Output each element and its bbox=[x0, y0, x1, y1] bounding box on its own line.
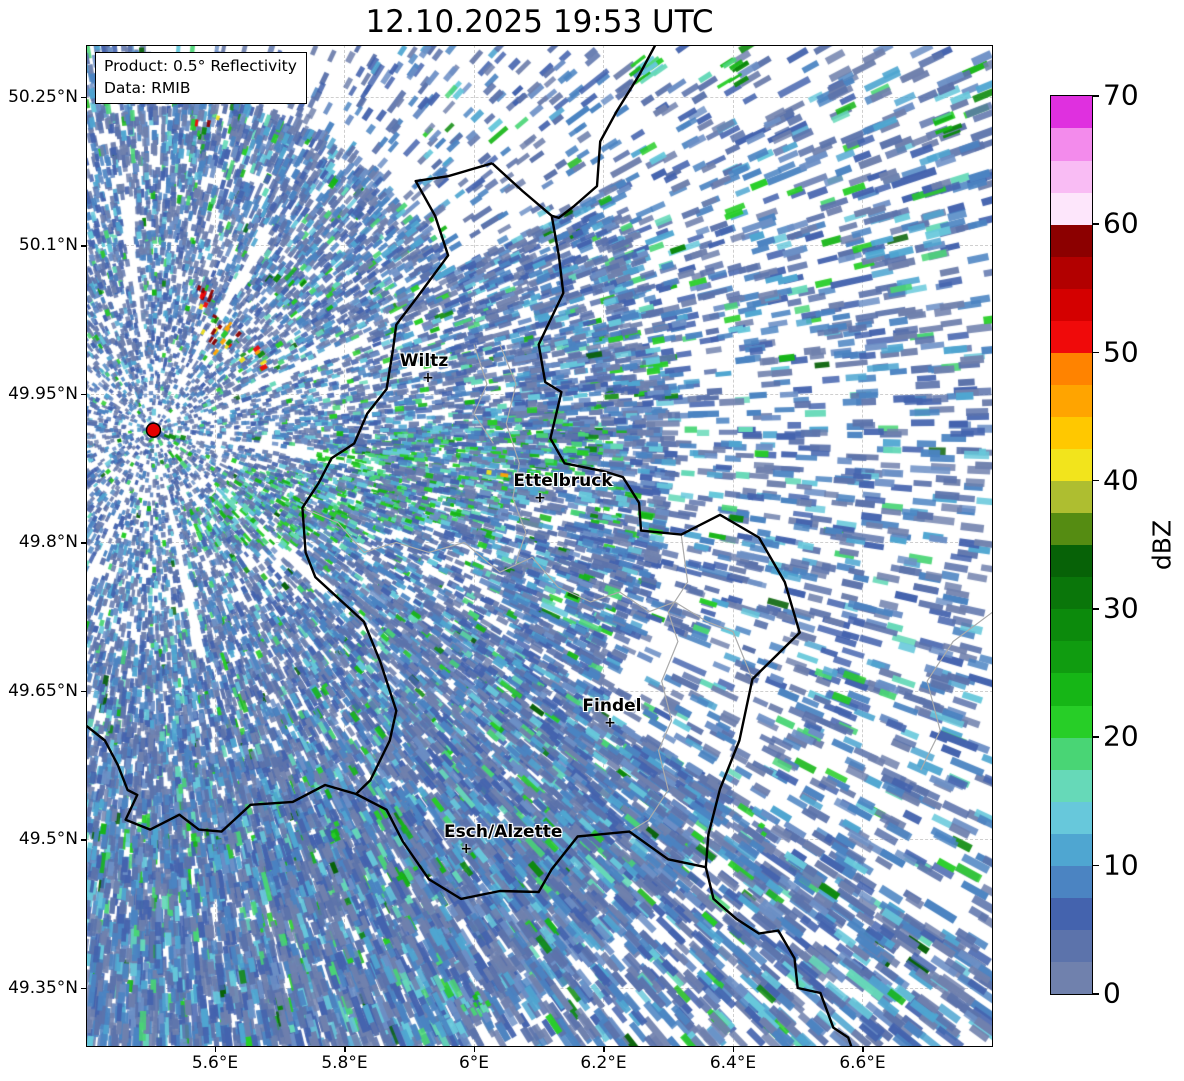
colorbar-segment bbox=[1051, 800, 1092, 834]
colorbar-segment bbox=[1051, 704, 1092, 738]
x-axis-tick-label: 5.6°E bbox=[191, 1053, 239, 1073]
x-axis-tick-label: 6°E bbox=[458, 1053, 489, 1073]
colorbar-segment bbox=[1051, 416, 1092, 450]
x-axis-tick bbox=[473, 1047, 476, 1052]
city-label: Wiltz bbox=[399, 351, 449, 372]
product-info-box: Product: 0.5° Reflectivity Data: RMIB bbox=[95, 52, 307, 105]
colorbar-tick bbox=[1093, 351, 1099, 354]
city-label-layer: + Wiltz + Ettelbruck + Findel + Esch/Alzette bbox=[86, 45, 993, 1047]
colorbar-tick-label: 0 bbox=[1103, 976, 1121, 1010]
map-plot-area: + Wiltz + Ettelbruck + Findel + Esch/Alzette Pr… bbox=[86, 45, 993, 1047]
x-axis-tick-label: 6.4°E bbox=[709, 1053, 757, 1073]
colorbar-segment bbox=[1051, 95, 1092, 129]
colorbar-tick bbox=[1093, 736, 1099, 739]
colorbar-segment bbox=[1051, 448, 1092, 482]
y-axis-tick-label: 49.95°N bbox=[8, 383, 78, 404]
colorbar-segment bbox=[1051, 736, 1092, 770]
colorbar-segment bbox=[1051, 544, 1092, 578]
colorbar-segment bbox=[1051, 480, 1092, 514]
x-axis-tick bbox=[862, 1047, 864, 1052]
y-axis-tick-label: 49.65°N bbox=[8, 680, 78, 701]
colorbar-segment bbox=[1051, 640, 1092, 674]
y-axis-tick-label: 50.25°N bbox=[8, 86, 78, 107]
colorbar-tick-label: 60 bbox=[1103, 206, 1139, 240]
city-marker-plus: + bbox=[422, 370, 434, 387]
radar-figure: 12.10.2025 19:53 UTC + Wiltz + Ettelbruck + F… bbox=[0, 0, 1184, 1081]
y-axis-tick-label: 49.5°N bbox=[18, 829, 78, 850]
colorbar-segment bbox=[1051, 865, 1092, 898]
colorbar-tick-label: 70 bbox=[1103, 78, 1139, 112]
colorbar-segment bbox=[1051, 352, 1092, 385]
colorbar-tick bbox=[1093, 95, 1099, 97]
colorbar-segment bbox=[1051, 608, 1092, 642]
city-label: Esch/Alzette bbox=[444, 822, 563, 843]
colorbar-segment bbox=[1051, 897, 1092, 930]
city-marker-plus: + bbox=[460, 841, 473, 858]
colorbar-segment bbox=[1051, 512, 1092, 546]
colorbar-unit-label: dBZ bbox=[1147, 519, 1177, 571]
city-label: Ettelbruck bbox=[513, 470, 613, 491]
colorbar-segment bbox=[1051, 223, 1092, 257]
y-axis-tick-label: 49.8°N bbox=[18, 532, 78, 553]
data-source-line: Data: RMIB bbox=[104, 78, 191, 97]
city-marker-plus: + bbox=[534, 489, 546, 506]
colorbar-tick bbox=[1093, 864, 1099, 867]
x-axis-tick-label: 6.2°E bbox=[580, 1053, 627, 1073]
colorbar bbox=[1050, 95, 1093, 995]
colorbar-segment bbox=[1051, 127, 1092, 161]
colorbar-tick-label: 10 bbox=[1103, 848, 1139, 882]
colorbar-tick-label: 20 bbox=[1103, 719, 1139, 753]
colorbar-segment bbox=[1051, 288, 1092, 321]
colorbar-tick bbox=[1093, 993, 1099, 995]
x-axis-tick bbox=[214, 1047, 217, 1052]
colorbar-segment bbox=[1051, 191, 1092, 225]
colorbar-segment bbox=[1051, 256, 1092, 289]
colorbar-segment bbox=[1051, 320, 1092, 353]
colorbar-segment bbox=[1051, 929, 1092, 962]
x-axis-tick-label: 5.8°E bbox=[321, 1053, 368, 1073]
product-line: Product: 0.5° Reflectivity bbox=[104, 57, 297, 75]
colorbar-tick-label: 40 bbox=[1103, 463, 1139, 497]
y-axis-tick-label: 50.1°N bbox=[18, 235, 78, 256]
colorbar-tick bbox=[1093, 608, 1099, 610]
x-axis-tick bbox=[603, 1047, 605, 1052]
colorbar-tick-label: 50 bbox=[1103, 335, 1139, 369]
city-marker-plus: + bbox=[604, 714, 616, 731]
figure-title: 12.10.2025 19:53 UTC bbox=[365, 4, 714, 40]
colorbar-segment bbox=[1051, 672, 1092, 706]
city-label: Findel bbox=[582, 695, 642, 716]
colorbar-segment bbox=[1051, 768, 1092, 802]
colorbar-segment bbox=[1051, 961, 1092, 994]
y-axis-tick-label: 49.35°N bbox=[8, 977, 78, 998]
colorbar-segment bbox=[1051, 384, 1092, 417]
colorbar-segment bbox=[1051, 576, 1092, 610]
x-axis-tick bbox=[732, 1047, 735, 1052]
colorbar-tick bbox=[1093, 479, 1099, 482]
colorbar-segment bbox=[1051, 159, 1092, 193]
colorbar-tick bbox=[1093, 223, 1099, 225]
colorbar-segment bbox=[1051, 833, 1092, 866]
x-axis-tick bbox=[344, 1047, 346, 1052]
x-axis-tick-label: 6.6°E bbox=[839, 1053, 886, 1073]
colorbar-tick-label: 30 bbox=[1103, 591, 1139, 625]
